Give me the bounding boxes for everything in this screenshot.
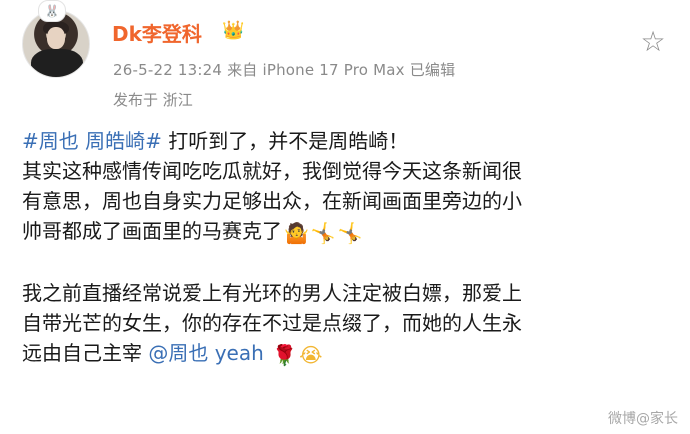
post-line-1: #周也 周皓崎# 打听到了，并不是周皓崎！ [22,129,409,153]
post-header: 🐰 Dk李登科 👑 26-5-22 13:24 来自 iPhone 17 Pro… [0,0,690,120]
person-emoji-icon: 🤸 [310,221,336,245]
edited-label: 已编辑 [409,61,456,79]
crown-icon: 👑 [222,20,245,41]
post-line-2: 其实这种感情传闻吃吃瓜就好，我倒觉得今天这条新闻很 [22,159,522,183]
post-content: #周也 周皓崎# 打听到了，并不是周皓崎！ 其实这种感情传闻吃吃瓜就好，我倒觉得… [22,126,662,370]
post-device: 来自 iPhone 17 Pro Max [227,61,405,79]
author-name[interactable]: Dk李登科 [112,18,202,47]
rabbit-badge-icon: 🐰 [38,0,66,22]
avatar-body [31,49,83,77]
crying-emoji-icon: 😭 [299,343,323,367]
post-line-5: 我之前直播经常说爱上有光环的男人注定被白嫖，那爱上 [22,281,522,305]
post-line-6: 自带光芒的女生，你的存在不过是点缀了，而她的人生永 [22,311,522,335]
post-line-4: 帅哥都成了画面里的马赛克了 🤷 🤸 🤸 [22,216,662,248]
shrug-emoji-icon: 🤷 [284,221,309,245]
post-time: 26-5-22 13:24 [113,61,223,79]
rose-emoji-icon: 🌹 [272,343,298,367]
watermark: 微博@家长 [608,411,678,427]
star-icon[interactable]: ☆ [636,24,670,58]
avatar-face [47,27,65,49]
post-line-7: 远由自己主宰 @周也 yeah 🌹 😭 [22,338,662,370]
mention-link[interactable]: @周也 yeah [148,341,263,365]
post-line-3: 有意思，周也自身实力足够出众，在新闻画面里旁边的小 [22,189,522,213]
post-meta: 26-5-22 13:24 来自 iPhone 17 Pro Max 已编辑 [113,59,455,80]
post-location: 发布于 浙江 [113,91,193,109]
person-emoji-icon: 🤸 [337,221,363,245]
hashtag-link[interactable]: #周也 周皓崎# [22,129,162,153]
